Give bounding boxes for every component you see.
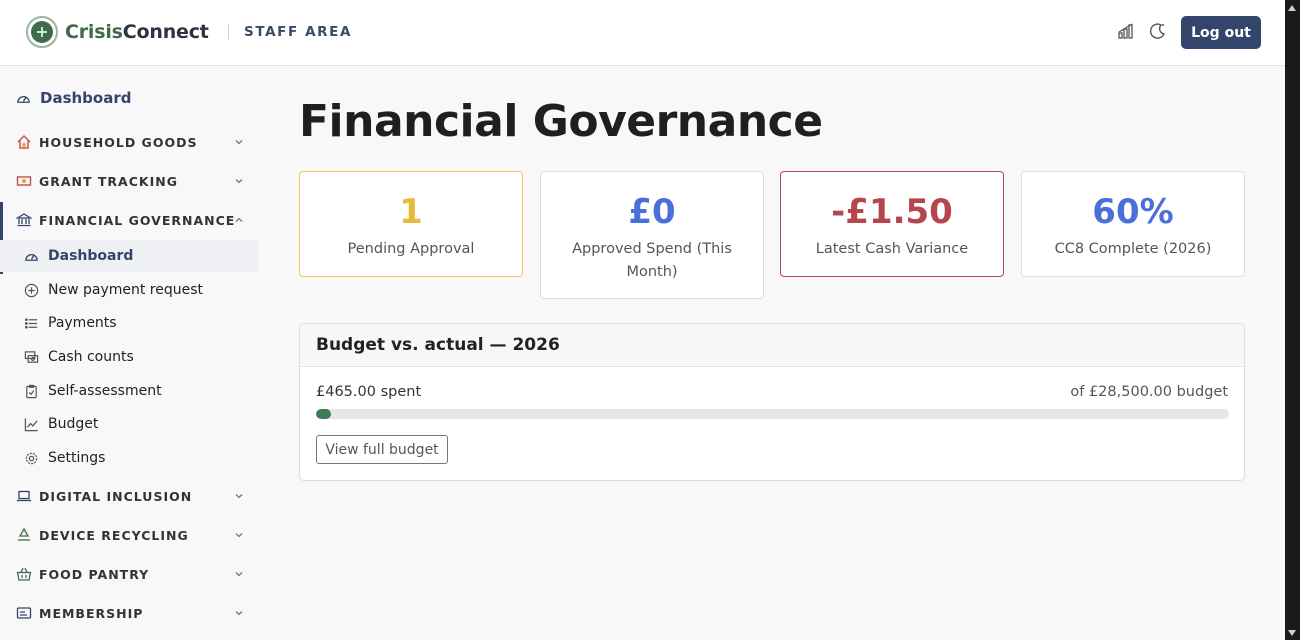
view-full-budget-button[interactable]: View full budget (316, 435, 448, 464)
chevron-up-icon (235, 217, 243, 222)
sidebar-dashboard-link[interactable]: Dashboard (16, 89, 131, 107)
budget-card-title: Budget vs. actual — 2026 (316, 335, 560, 355)
stat-value: £0 (628, 192, 676, 232)
gauge-icon (25, 253, 38, 261)
stat-card-cash-variance: -£1.50 Latest Cash Variance (780, 171, 1004, 277)
sidebar: Dashboard HOUSEHOLD GOODS GRANT TRACKING… (0, 67, 260, 640)
stat-card-pending-approval: 1 Pending Approval (299, 171, 523, 277)
line-chart-icon (24, 417, 38, 431)
id-card-icon (16, 607, 32, 619)
stat-value: 60% (1092, 192, 1174, 232)
sidebar-section-label: DEVICE RECYCLING (39, 527, 189, 543)
sidebar-section-label: DIGITAL INCLUSION (39, 488, 193, 504)
top-bar: CrisisConnect STAFF AREA Log out (0, 0, 1285, 66)
sidebar-section-label: FOOD PANTRY (39, 566, 150, 582)
scroll-down-arrow-icon[interactable] (1288, 630, 1296, 636)
sidebar-section-grant-tracking[interactable]: GRANT TRACKING (0, 164, 260, 198)
sidebar-item-label: Cash counts (48, 349, 134, 365)
chevron-down-icon (235, 572, 243, 577)
budget-card-header: Budget vs. actual — 2026 (300, 324, 1244, 367)
chevron-down-icon (235, 494, 243, 499)
sidebar-item-label: Settings (48, 450, 106, 466)
sidebar-item-label: Self-assessment (48, 383, 162, 399)
signal-chart-icon[interactable] (1117, 22, 1135, 40)
house-icon (17, 135, 31, 149)
sidebar-section-label: GRANT TRACKING (39, 173, 178, 189)
sidebar-section-label: FINANCIAL GOVERNANCE (39, 212, 236, 228)
gauge-icon (17, 95, 30, 103)
scroll-up-arrow-icon[interactable] (1288, 5, 1296, 11)
stat-caption: Approved Spend (This Month) (572, 241, 732, 280)
logo[interactable]: CrisisConnect (26, 16, 209, 48)
logo-text: CrisisConnect (65, 21, 209, 43)
staff-area-label: STAFF AREA (244, 24, 352, 40)
stat-caption: Pending Approval (347, 241, 475, 257)
sidebar-item-label: Payments (48, 315, 117, 331)
sidebar-section-financial-governance[interactable]: FINANCIAL GOVERNANCE (0, 203, 260, 237)
sidebar-item-label: Dashboard (48, 248, 134, 264)
stat-card-approved-spend: £0 Approved Spend (This Month) (540, 171, 764, 299)
bank-icon (16, 213, 32, 227)
sidebar-item-self-assessment[interactable]: Self-assessment (0, 375, 258, 407)
header-divider (228, 24, 229, 40)
sidebar-section-digital-inclusion[interactable]: DIGITAL INCLUSION (0, 479, 260, 513)
chevron-down-icon (235, 140, 243, 145)
sidebar-item-label: New payment request (48, 282, 204, 298)
sidebar-item-new-payment-request[interactable]: New payment request (0, 274, 258, 306)
stat-card-cc8-complete: 60% CC8 Complete (2026) (1021, 171, 1245, 277)
sidebar-dashboard-label: Dashboard (40, 89, 132, 107)
sidebar-item-label: Budget (48, 416, 99, 432)
sidebar-section-label: MEMBERSHIP (39, 605, 144, 621)
list-icon (24, 317, 38, 329)
recycle-icon (18, 527, 30, 541)
cash-icon (16, 176, 32, 186)
gear-icon (25, 452, 38, 464)
budget-progress-bar (316, 409, 1229, 419)
sidebar-item-settings[interactable]: Settings (0, 442, 258, 474)
budget-total: of £28,500.00 budget (1070, 384, 1228, 400)
dark-mode-icon[interactable] (1149, 22, 1167, 40)
chevron-down-icon (235, 611, 243, 616)
page-title: Financial Governance (299, 96, 823, 147)
sidebar-item-payments[interactable]: Payments (0, 307, 258, 339)
sidebar-section-household-goods[interactable]: HOUSEHOLD GOODS (0, 125, 260, 159)
sidebar-item-cash-counts[interactable]: Cash counts (0, 341, 258, 373)
stat-caption: Latest Cash Variance (815, 241, 969, 257)
plus-circle-icon (24, 283, 39, 297)
budget-progress-fill (316, 409, 331, 419)
logo-icon (26, 16, 58, 48)
basket-icon (16, 567, 32, 581)
sidebar-section-label: HOUSEHOLD GOODS (39, 134, 198, 150)
sidebar-section-food-pantry[interactable]: FOOD PANTRY (0, 557, 260, 591)
chevron-down-icon (235, 533, 243, 538)
clipboard-check-icon (26, 384, 37, 398)
sidebar-section-membership[interactable]: MEMBERSHIP (0, 596, 260, 630)
sidebar-item-budget[interactable]: Budget (0, 408, 258, 440)
stat-value: -£1.50 (831, 192, 953, 232)
stat-caption: CC8 Complete (2026) (1054, 241, 1212, 257)
budget-card: Budget vs. actual — 2026 £465.00 spent o… (299, 323, 1245, 481)
sidebar-item-fg-dashboard[interactable]: Dashboard (0, 240, 258, 272)
logout-button[interactable]: Log out (1181, 16, 1261, 49)
budget-spent: £465.00 spent (316, 384, 422, 400)
laptop-icon (17, 490, 31, 502)
stat-value: 1 (399, 192, 423, 232)
cash-stack-icon (24, 350, 39, 363)
scrollbar[interactable] (1285, 0, 1300, 640)
chevron-down-icon (235, 179, 243, 184)
sidebar-section-device-recycling[interactable]: DEVICE RECYCLING (0, 518, 260, 552)
